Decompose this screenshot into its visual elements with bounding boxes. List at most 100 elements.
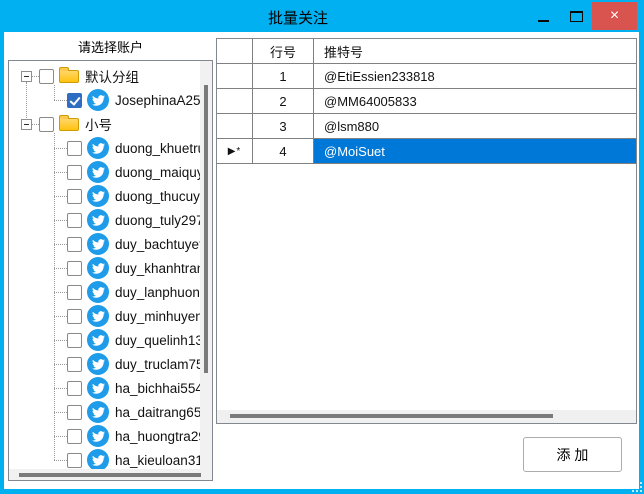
account-tree-panel: 默认分组 JosephinaA259 小号 duong_khuetru duong_ma…	[8, 60, 213, 481]
tree-account-row[interactable]: duy_truclam759	[9, 352, 200, 376]
folder-icon	[59, 70, 79, 83]
account-checkbox[interactable]	[67, 237, 82, 252]
account-checkbox[interactable]	[67, 213, 82, 228]
row-selector-cell[interactable]	[217, 64, 253, 88]
tree-group-row[interactable]: 默认分组	[9, 64, 200, 88]
tree-account-row[interactable]: JosephinaA259	[9, 88, 200, 112]
twitter-handle-cell[interactable]: @lsm880	[314, 114, 636, 138]
row-number-cell[interactable]: 2	[253, 89, 314, 113]
maximize-button[interactable]	[564, 4, 588, 28]
account-tree: 默认分组 JosephinaA259 小号 duong_khuetru duong_ma…	[9, 61, 200, 469]
tree-horizontal-scrollbar-thumb[interactable]	[19, 473, 201, 477]
twitter-handle-cell[interactable]: @MM64005833	[314, 89, 636, 113]
tree-connector	[54, 340, 67, 341]
targets-table: 行号 推特号 1@EtiEssien2338182@MM640058333@ls…	[216, 38, 637, 424]
account-label: duong_tuly297	[115, 213, 200, 228]
row-number-cell[interactable]: 4	[253, 139, 314, 163]
account-checkbox[interactable]	[67, 405, 82, 420]
twitter-handle-cell[interactable]: @EtiEssien233818	[314, 64, 636, 88]
tree-account-row[interactable]: duong_khuetru	[9, 136, 200, 160]
account-checkbox[interactable]	[67, 189, 82, 204]
account-checkbox[interactable]	[67, 93, 82, 108]
minimize-icon	[538, 20, 549, 22]
tree-account-row[interactable]: ha_daitrang658	[9, 400, 200, 424]
table-header-row: 行号 推特号	[217, 39, 636, 64]
tree-connector	[54, 436, 67, 437]
close-button[interactable]: ×	[592, 2, 637, 30]
account-label: duy_minhuyen5	[115, 309, 200, 324]
twitter-icon	[87, 89, 109, 111]
current-row-indicator[interactable]: ▶*	[217, 139, 253, 163]
account-label: duy_bachtuyet8	[115, 237, 200, 252]
group-checkbox[interactable]	[39, 117, 54, 132]
twitter-icon	[87, 137, 109, 159]
account-label: duong_maiquy	[115, 165, 200, 180]
tree-connector	[54, 460, 67, 461]
tree-vertical-scrollbar[interactable]	[200, 61, 212, 469]
account-checkbox[interactable]	[67, 165, 82, 180]
row-number-cell[interactable]: 1	[253, 64, 314, 88]
table-row[interactable]: 3@lsm880	[217, 114, 636, 139]
tree-account-row[interactable]: duy_minhuyen5	[9, 304, 200, 328]
account-checkbox[interactable]	[67, 261, 82, 276]
tree-account-row[interactable]: duy_lanphuong	[9, 280, 200, 304]
tree-horizontal-scrollbar[interactable]	[9, 469, 212, 480]
header-twitter-handle: 推特号	[314, 39, 636, 63]
tree-account-row[interactable]: ha_kieuloan317	[9, 448, 200, 469]
row-selector-cell[interactable]	[217, 89, 253, 113]
account-checkbox[interactable]	[67, 357, 82, 372]
tree-connector	[26, 82, 27, 118]
account-label: duy_truclam759	[115, 357, 200, 372]
twitter-icon	[87, 353, 109, 375]
table-row[interactable]: 2@MM64005833	[217, 89, 636, 114]
twitter-icon	[87, 305, 109, 327]
twitter-icon	[87, 449, 109, 469]
tree-account-row[interactable]: ha_huongtra29	[9, 424, 200, 448]
row-selector-cell[interactable]	[217, 114, 253, 138]
group-checkbox[interactable]	[39, 69, 54, 84]
resize-grip[interactable]	[630, 480, 642, 492]
tree-connector	[54, 316, 67, 317]
tree-account-row[interactable]: duy_khanhtran	[9, 256, 200, 280]
minimize-button[interactable]	[532, 4, 556, 28]
tree-vertical-scrollbar-thumb[interactable]	[204, 85, 208, 373]
tree-expander-icon[interactable]	[21, 71, 32, 82]
tree-account-row[interactable]: duong_maiquy	[9, 160, 200, 184]
twitter-icon	[87, 209, 109, 231]
twitter-handle-cell[interactable]: @MoiSuet	[314, 139, 636, 163]
window-title: 批量关注	[0, 7, 620, 28]
add-button[interactable]: 添 加	[523, 437, 622, 472]
account-label: JosephinaA259	[115, 93, 200, 108]
table-row[interactable]: 1@EtiEssien233818	[217, 64, 636, 89]
tree-account-row[interactable]: ha_bichhai5543	[9, 376, 200, 400]
row-number-cell[interactable]: 3	[253, 114, 314, 138]
account-checkbox[interactable]	[67, 285, 82, 300]
account-checkbox[interactable]	[67, 381, 82, 396]
tree-account-row[interactable]: duy_bachtuyet8	[9, 232, 200, 256]
account-label: duy_quelinh133	[115, 333, 200, 348]
tree-connector	[54, 388, 67, 389]
account-checkbox[interactable]	[67, 453, 82, 468]
table-horizontal-scrollbar-thumb[interactable]	[230, 414, 553, 418]
tree-account-row[interactable]: duy_quelinh133	[9, 328, 200, 352]
twitter-icon	[87, 233, 109, 255]
account-checkbox[interactable]	[67, 333, 82, 348]
account-label: duy_khanhtran	[115, 261, 200, 276]
table-horizontal-scrollbar[interactable]	[217, 410, 636, 423]
twitter-icon	[87, 185, 109, 207]
account-label: ha_bichhai5543	[115, 381, 200, 396]
account-label: duong_khuetru	[115, 141, 200, 156]
account-checkbox[interactable]	[67, 309, 82, 324]
twitter-icon	[87, 161, 109, 183]
tree-connector	[54, 268, 67, 269]
tree-expander-icon[interactable]	[21, 119, 32, 130]
account-label: ha_huongtra29	[115, 429, 200, 444]
tree-account-row[interactable]: duong_thucuye	[9, 184, 200, 208]
twitter-icon	[87, 281, 109, 303]
tree-account-row[interactable]: duong_tuly297	[9, 208, 200, 232]
tree-group-row[interactable]: 小号	[9, 112, 200, 136]
close-icon: ×	[610, 7, 619, 25]
account-checkbox[interactable]	[67, 429, 82, 444]
account-checkbox[interactable]	[67, 141, 82, 156]
table-row[interactable]: ▶*4@MoiSuet	[217, 139, 636, 164]
